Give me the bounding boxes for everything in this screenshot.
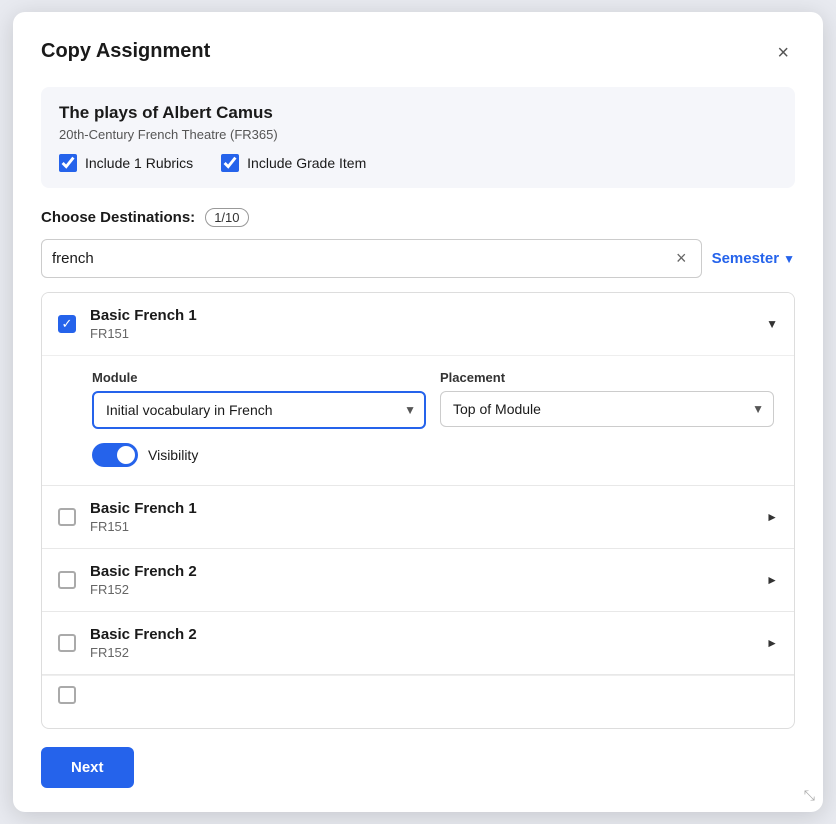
- grade-item-label: Include Grade Item: [247, 155, 366, 171]
- expand-arrow-icon[interactable]: ►: [766, 573, 778, 587]
- modal-title: Copy Assignment: [41, 40, 210, 63]
- grade-item-checkbox[interactable]: [221, 154, 239, 172]
- placement-select[interactable]: Top of Module: [440, 391, 774, 427]
- course-item-info: Basic French 2 FR152: [90, 626, 752, 660]
- course-name: Basic French 2: [90, 563, 752, 580]
- module-field-group: Module Initial vocabulary in French ▼: [92, 370, 426, 429]
- placement-label: Placement: [440, 370, 774, 385]
- partial-item: [42, 675, 794, 714]
- placement-select-wrap: Top of Module ▼: [440, 391, 774, 427]
- next-button[interactable]: Next: [41, 747, 134, 788]
- expand-arrow-icon[interactable]: ►: [766, 636, 778, 650]
- course-item-header: Basic French 1 FR151 ►: [42, 486, 794, 548]
- module-label: Module: [92, 370, 426, 385]
- assignment-name: The plays of Albert Camus: [59, 103, 777, 123]
- expanded-content: Module Initial vocabulary in French ▼ Pl…: [42, 355, 794, 485]
- close-button[interactable]: ×: [771, 40, 795, 67]
- resize-handle-icon: ⤡: [804, 787, 815, 804]
- rubrics-checkbox[interactable]: [59, 154, 77, 172]
- choose-destinations-row: Choose Destinations: 1/10: [41, 208, 795, 227]
- search-input[interactable]: [52, 240, 672, 277]
- course-checkbox[interactable]: [58, 571, 76, 589]
- course-item-header: Basic French 2 FR152 ►: [42, 612, 794, 674]
- visibility-toggle[interactable]: [92, 443, 138, 467]
- rubrics-label: Include 1 Rubrics: [85, 155, 193, 171]
- semester-label: Semester: [712, 250, 780, 267]
- placement-field-group: Placement Top of Module ▼: [440, 370, 774, 429]
- list-item: Basic French 2 FR152 ►: [42, 549, 794, 612]
- clear-search-button[interactable]: ×: [672, 246, 691, 271]
- assignment-info-panel: The plays of Albert Camus 20th-Century F…: [41, 87, 795, 188]
- module-select-wrap: Initial vocabulary in French ▼: [92, 391, 426, 429]
- choose-destinations-label: Choose Destinations:: [41, 209, 195, 226]
- course-checkbox[interactable]: [58, 508, 76, 526]
- course-code: FR152: [90, 582, 752, 597]
- semester-filter-button[interactable]: Semester ▼: [712, 250, 795, 267]
- assignment-course: 20th-Century French Theatre (FR365): [59, 127, 777, 142]
- expand-arrow-icon[interactable]: ►: [766, 510, 778, 524]
- course-name: Basic French 2: [90, 626, 752, 643]
- course-item-header: ✓ Basic French 1 FR151 ▼: [42, 293, 794, 355]
- grade-item-checkbox-label[interactable]: Include Grade Item: [221, 154, 366, 172]
- list-item: Basic French 2 FR152 ►: [42, 612, 794, 675]
- course-item-info: Basic French 2 FR152: [90, 563, 752, 597]
- search-row: × Semester ▼: [41, 239, 795, 278]
- courses-list-scroll[interactable]: ✓ Basic French 1 FR151 ▼ Module Initia: [42, 293, 794, 714]
- toggle-thumb: [117, 446, 135, 464]
- partial-checkbox: [58, 686, 76, 704]
- list-item: Basic French 1 FR151 ►: [42, 486, 794, 549]
- checkboxes-row: Include 1 Rubrics Include Grade Item: [59, 154, 777, 172]
- copy-assignment-modal: Copy Assignment × The plays of Albert Ca…: [13, 12, 823, 812]
- course-code: FR152: [90, 645, 752, 660]
- toggle-track: [92, 443, 138, 467]
- course-item-info: Basic French 1 FR151: [90, 307, 752, 341]
- search-input-wrap: ×: [41, 239, 702, 278]
- courses-list-area: ✓ Basic French 1 FR151 ▼ Module Initia: [41, 292, 795, 729]
- collapse-arrow-icon[interactable]: ▼: [766, 317, 778, 331]
- rubrics-checkbox-label[interactable]: Include 1 Rubrics: [59, 154, 193, 172]
- visibility-label: Visibility: [148, 447, 198, 463]
- course-name: Basic French 1: [90, 307, 752, 324]
- course-checkbox[interactable]: [58, 634, 76, 652]
- module-select[interactable]: Initial vocabulary in French: [92, 391, 426, 429]
- chevron-down-icon: ▼: [783, 252, 795, 266]
- course-code: FR151: [90, 326, 752, 341]
- course-item-header: Basic French 2 FR152 ►: [42, 549, 794, 611]
- visibility-row: Visibility: [92, 443, 774, 467]
- destinations-count-badge: 1/10: [205, 208, 248, 227]
- list-item: ✓ Basic French 1 FR151 ▼ Module Initia: [42, 293, 794, 486]
- course-name: Basic French 1: [90, 500, 752, 517]
- course-code: FR151: [90, 519, 752, 534]
- course-item-info: Basic French 1 FR151: [90, 500, 752, 534]
- footer: Next: [41, 747, 795, 788]
- modal-header: Copy Assignment ×: [41, 40, 795, 67]
- course-checkbox[interactable]: ✓: [58, 315, 76, 333]
- module-placement-row: Module Initial vocabulary in French ▼ Pl…: [92, 370, 774, 429]
